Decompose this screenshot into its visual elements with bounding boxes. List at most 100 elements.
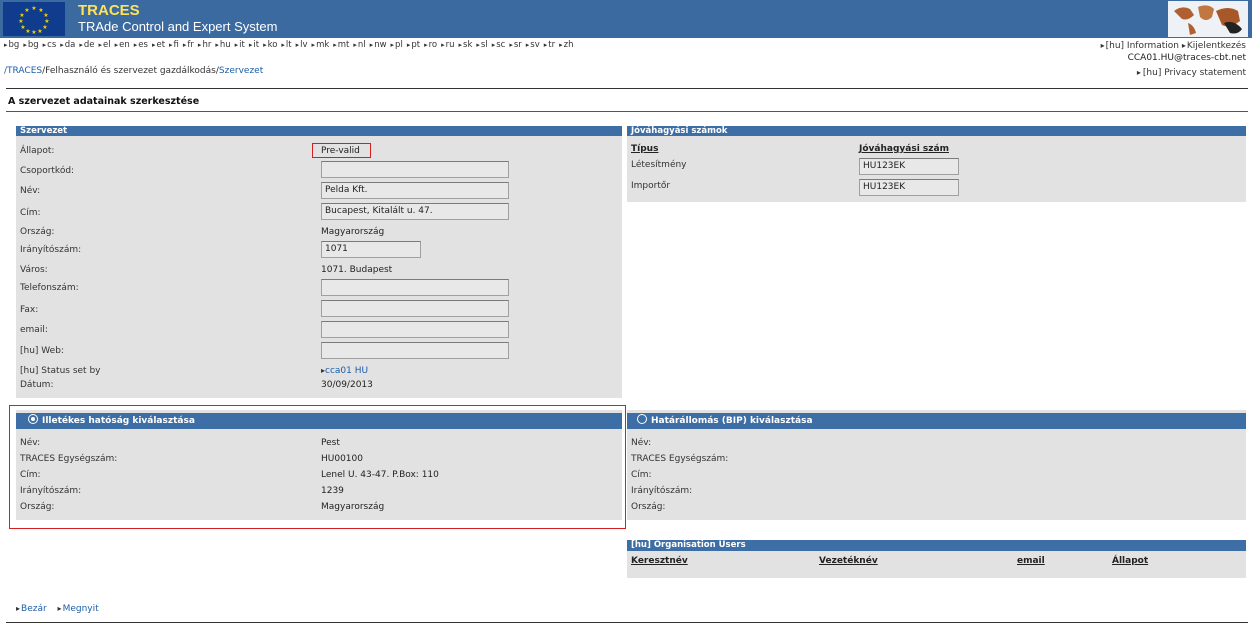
language-link-cs[interactable]: cs [43,40,57,50]
status-set-by-link[interactable]: ▸cca01 HU [321,366,368,376]
language-link-zh[interactable]: zh [559,40,573,50]
language-link-lt[interactable]: lt [281,40,291,50]
status-label: Állapot: [20,146,55,156]
users-lastname-header[interactable]: Vezetéknév [819,556,878,566]
svg-text:★: ★ [42,24,47,31]
language-link-hu[interactable]: hu [215,40,230,50]
user-email: CCA01.HU@traces-cbt.net [1127,53,1246,63]
approval-type: Importőr [631,181,671,191]
language-link-et[interactable]: et [152,40,165,50]
approval-number-field[interactable]: HU123EK [859,158,959,175]
breadcrumb-organisation[interactable]: Szervezet [219,66,263,76]
postcode-field[interactable]: 1071 [321,241,421,258]
language-link-nl[interactable]: nl [353,40,365,50]
approval-number-header: Jóváhagyási szám [859,144,949,154]
status-set-by-label: [hu] Status set by [20,366,101,376]
status-value: Pre-valid [321,146,360,156]
language-link-tr[interactable]: tr [544,40,555,50]
fax-label: Fax: [20,305,39,315]
logout-link[interactable]: Kijelentkezés [1182,41,1246,51]
language-link-hr[interactable]: hr [198,40,211,50]
eu-flag-icon: ★ ★ ★ ★ ★ ★ ★ ★ ★ ★ ★ ★ [3,2,65,36]
language-link-it[interactable]: it [249,40,259,50]
language-link-el[interactable]: el [99,40,111,50]
svg-text:★: ★ [31,29,36,36]
country-value: Magyarország [321,227,385,237]
approval-panel-heading: Jóváhagyási számok [627,126,1246,136]
authority-name-label: Név: [20,438,41,448]
svg-text:★: ★ [20,24,25,31]
users-status-header[interactable]: Állapot [1112,556,1148,566]
language-link-lv[interactable]: lv [296,40,308,50]
privacy-link[interactable]: [hu] Privacy statement [1137,68,1246,78]
breadcrumb-traces[interactable]: /TRACES [4,66,42,76]
language-link-it[interactable]: it [235,40,245,50]
language-link-ru[interactable]: ru [441,40,454,50]
country-label: Ország: [20,227,55,237]
language-link-en[interactable]: en [115,40,130,50]
information-link[interactable]: [hu] Information [1101,41,1179,51]
language-link-ro[interactable]: ro [424,40,437,50]
bip-name-label: Név: [631,438,652,448]
svg-text:★: ★ [31,5,36,12]
language-link-sl[interactable]: sl [476,40,487,50]
approval-number-field[interactable]: HU123EK [859,179,959,196]
language-link-bg[interactable]: bg [23,40,38,50]
authority-address-label: Cím: [20,470,41,480]
name-field[interactable]: Pelda Kft. [321,182,509,199]
users-firstname-header[interactable]: Keresztnév [631,556,688,566]
language-link-sr[interactable]: sr [509,40,521,50]
phone-label: Telefonszám: [20,283,79,293]
authority-address-value: Lenel U. 43-47. P.Box: 110 [321,470,439,480]
language-link-fi[interactable]: fi [169,40,179,50]
language-link-sv[interactable]: sv [526,40,540,50]
language-link-sk[interactable]: sk [459,40,473,50]
language-link-da[interactable]: da [60,40,75,50]
language-link-mt[interactable]: mt [333,40,349,50]
web-field[interactable] [321,342,509,359]
postcode-label: Irányítószám: [20,245,82,255]
group-code-field[interactable] [321,161,509,178]
organisation-panel: Szervezet [16,126,622,398]
language-link-ko[interactable]: ko [263,40,277,50]
phone-field[interactable] [321,279,509,296]
fax-field[interactable] [321,300,509,317]
email-field[interactable] [321,321,509,338]
bip-heading[interactable]: Határállomás (BIP) kiválasztása [627,413,1246,429]
svg-text:★: ★ [18,18,23,25]
language-link-de[interactable]: de [79,40,94,50]
bip-radio[interactable] [637,414,647,424]
users-email-header[interactable]: email [1017,556,1045,566]
language-link-fr[interactable]: fr [183,40,194,50]
bip-country-label: Ország: [631,502,666,512]
language-link-bg[interactable]: bg [4,40,19,50]
approval-type: Létesítmény [631,160,687,170]
world-map-logo-icon [1168,1,1248,37]
address-field[interactable]: Bucapest, Kitalált u. 47. [321,203,509,220]
authority-postcode-label: Irányítószám: [20,486,82,496]
svg-text:★: ★ [37,28,42,35]
breadcrumb-user-management: Felhasználó és szervezet gazdálkodás [45,66,216,76]
language-link-es[interactable]: es [134,40,148,50]
date-label: Dátum: [20,380,54,390]
language-link-nw[interactable]: nw [370,40,387,50]
language-link-mk[interactable]: mk [312,40,330,50]
language-link-pt[interactable]: pt [407,40,420,50]
app-title: TRACES [78,2,140,19]
organisation-users-heading: [hu] Organisation Users [627,540,1246,551]
close-button[interactable]: Bezár [16,604,47,614]
authority-country-label: Ország: [20,502,55,512]
authority-country-value: Magyarország [321,502,385,512]
authority-unit-value: HU00100 [321,454,363,464]
open-button[interactable]: Megnyit [58,604,99,614]
top-links: [hu] Information Kijelentkezés CCA01.HU@… [1101,40,1246,64]
language-selector: bgbgcsdadeelenesetfifrhrhuititkoltlvmkmt… [4,40,577,50]
app-subtitle: TRAde Control and Expert System [78,19,278,34]
language-link-sc[interactable]: sc [492,40,506,50]
language-link-pl[interactable]: pl [391,40,403,50]
bip-heading-label: Határállomás (BIP) kiválasztása [651,416,813,426]
bip-postcode-label: Irányítószám: [631,486,693,496]
group-code-label: Csoportkód: [20,166,75,176]
footer-actions: Bezár Megnyit [16,604,107,614]
bip-address-label: Cím: [631,470,652,480]
